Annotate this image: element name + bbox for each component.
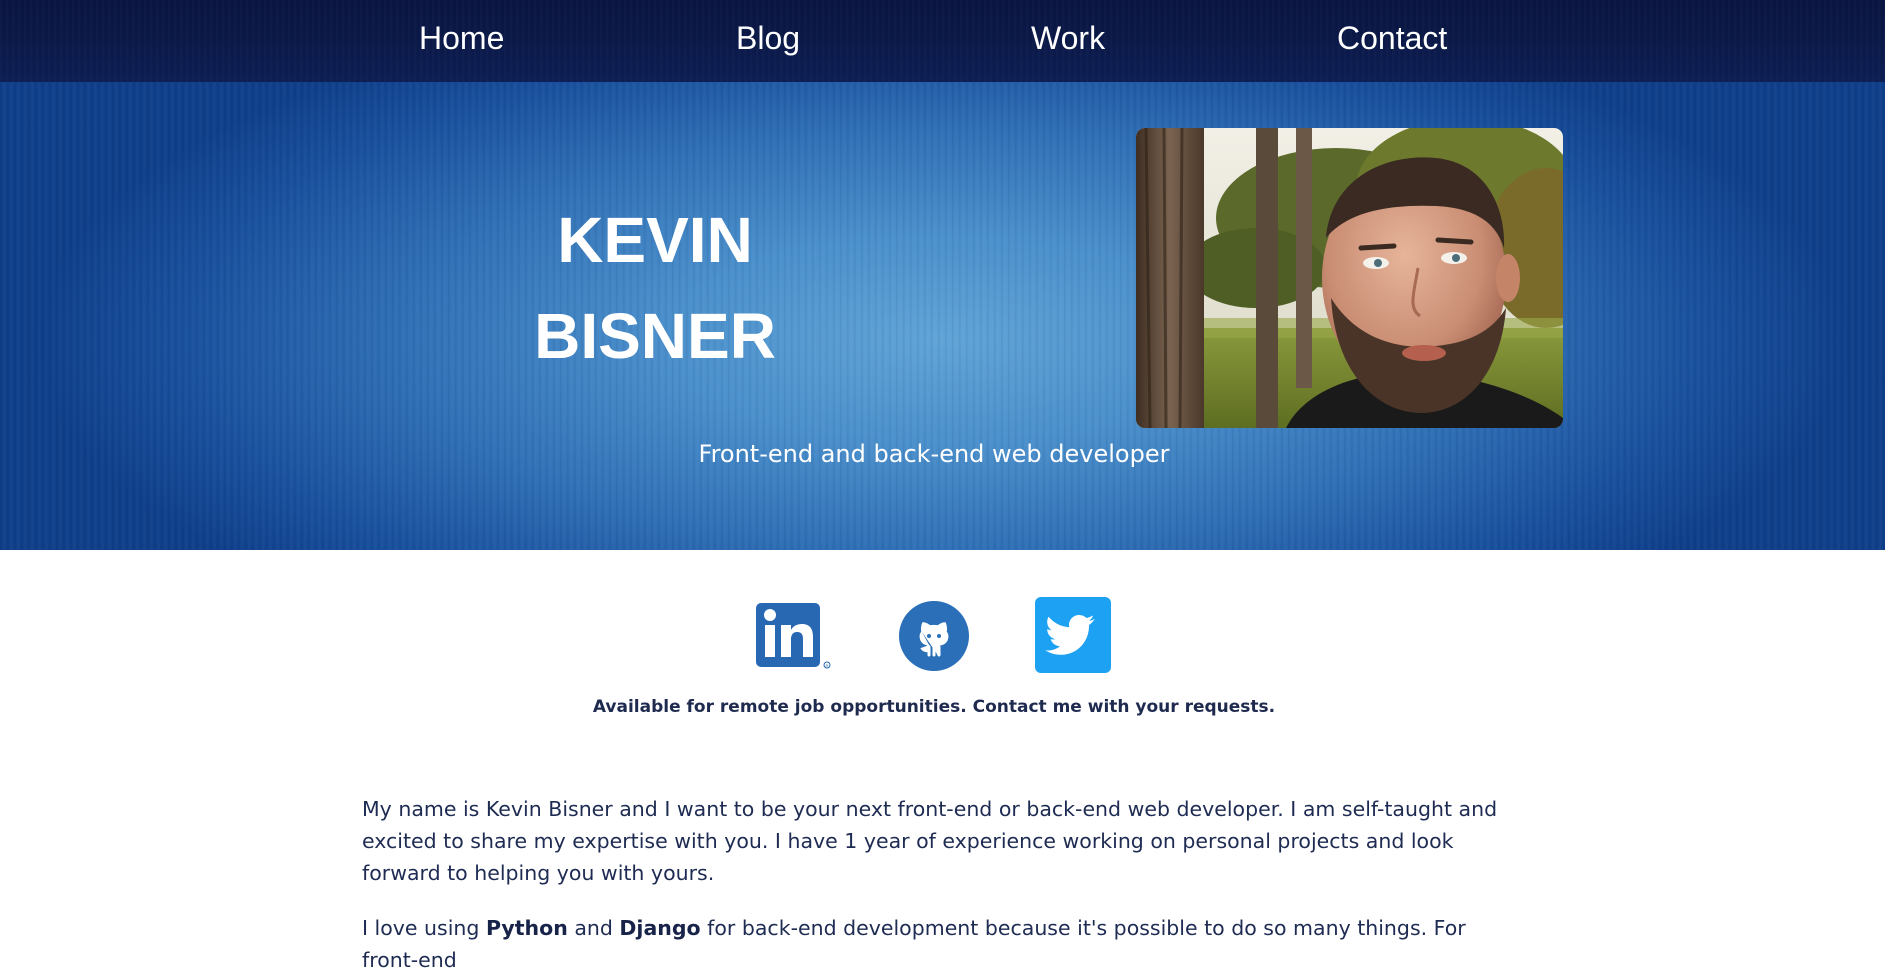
top-navigation: Home Blog Work Contact bbox=[0, 0, 1885, 82]
portrait-photo bbox=[1136, 128, 1563, 428]
availability-notice: Available for remote job opportunities. … bbox=[592, 697, 1276, 717]
nav-work-link[interactable]: Work bbox=[1031, 18, 1105, 58]
nav-contact-link[interactable]: Contact bbox=[1337, 18, 1447, 58]
twitter-link[interactable] bbox=[1035, 597, 1111, 673]
bio-python: Python bbox=[485, 916, 568, 940]
twitter-icon bbox=[1035, 597, 1111, 673]
bio-paragraph-1: My name is Kevin Bisner and I want to be… bbox=[362, 797, 1498, 885]
nav-blog-link[interactable]: Blog bbox=[736, 18, 800, 58]
svg-text:R: R bbox=[826, 663, 829, 668]
github-link[interactable] bbox=[899, 601, 969, 671]
bio-p2-and: and bbox=[567, 916, 620, 940]
linkedin-icon: R bbox=[756, 603, 831, 669]
hero-first-name: KEVIN bbox=[557, 204, 753, 276]
hero-banner: KEVIN BISNER Front-end and back-end web … bbox=[0, 82, 1885, 550]
hero-last-name: BISNER bbox=[534, 300, 776, 372]
bio-paragraph-2: I love using Python and Django for back-… bbox=[362, 912, 1512, 976]
nav-home-link[interactable]: Home bbox=[419, 18, 504, 58]
bio-django: Django bbox=[619, 916, 701, 940]
bio-p2-start: I love using bbox=[362, 916, 486, 940]
github-icon bbox=[899, 601, 969, 671]
hero-tagline: Front-end and back-end web developer bbox=[698, 440, 1170, 468]
linkedin-link[interactable]: R bbox=[756, 597, 832, 673]
hero-name: KEVIN BISNER bbox=[500, 192, 810, 384]
